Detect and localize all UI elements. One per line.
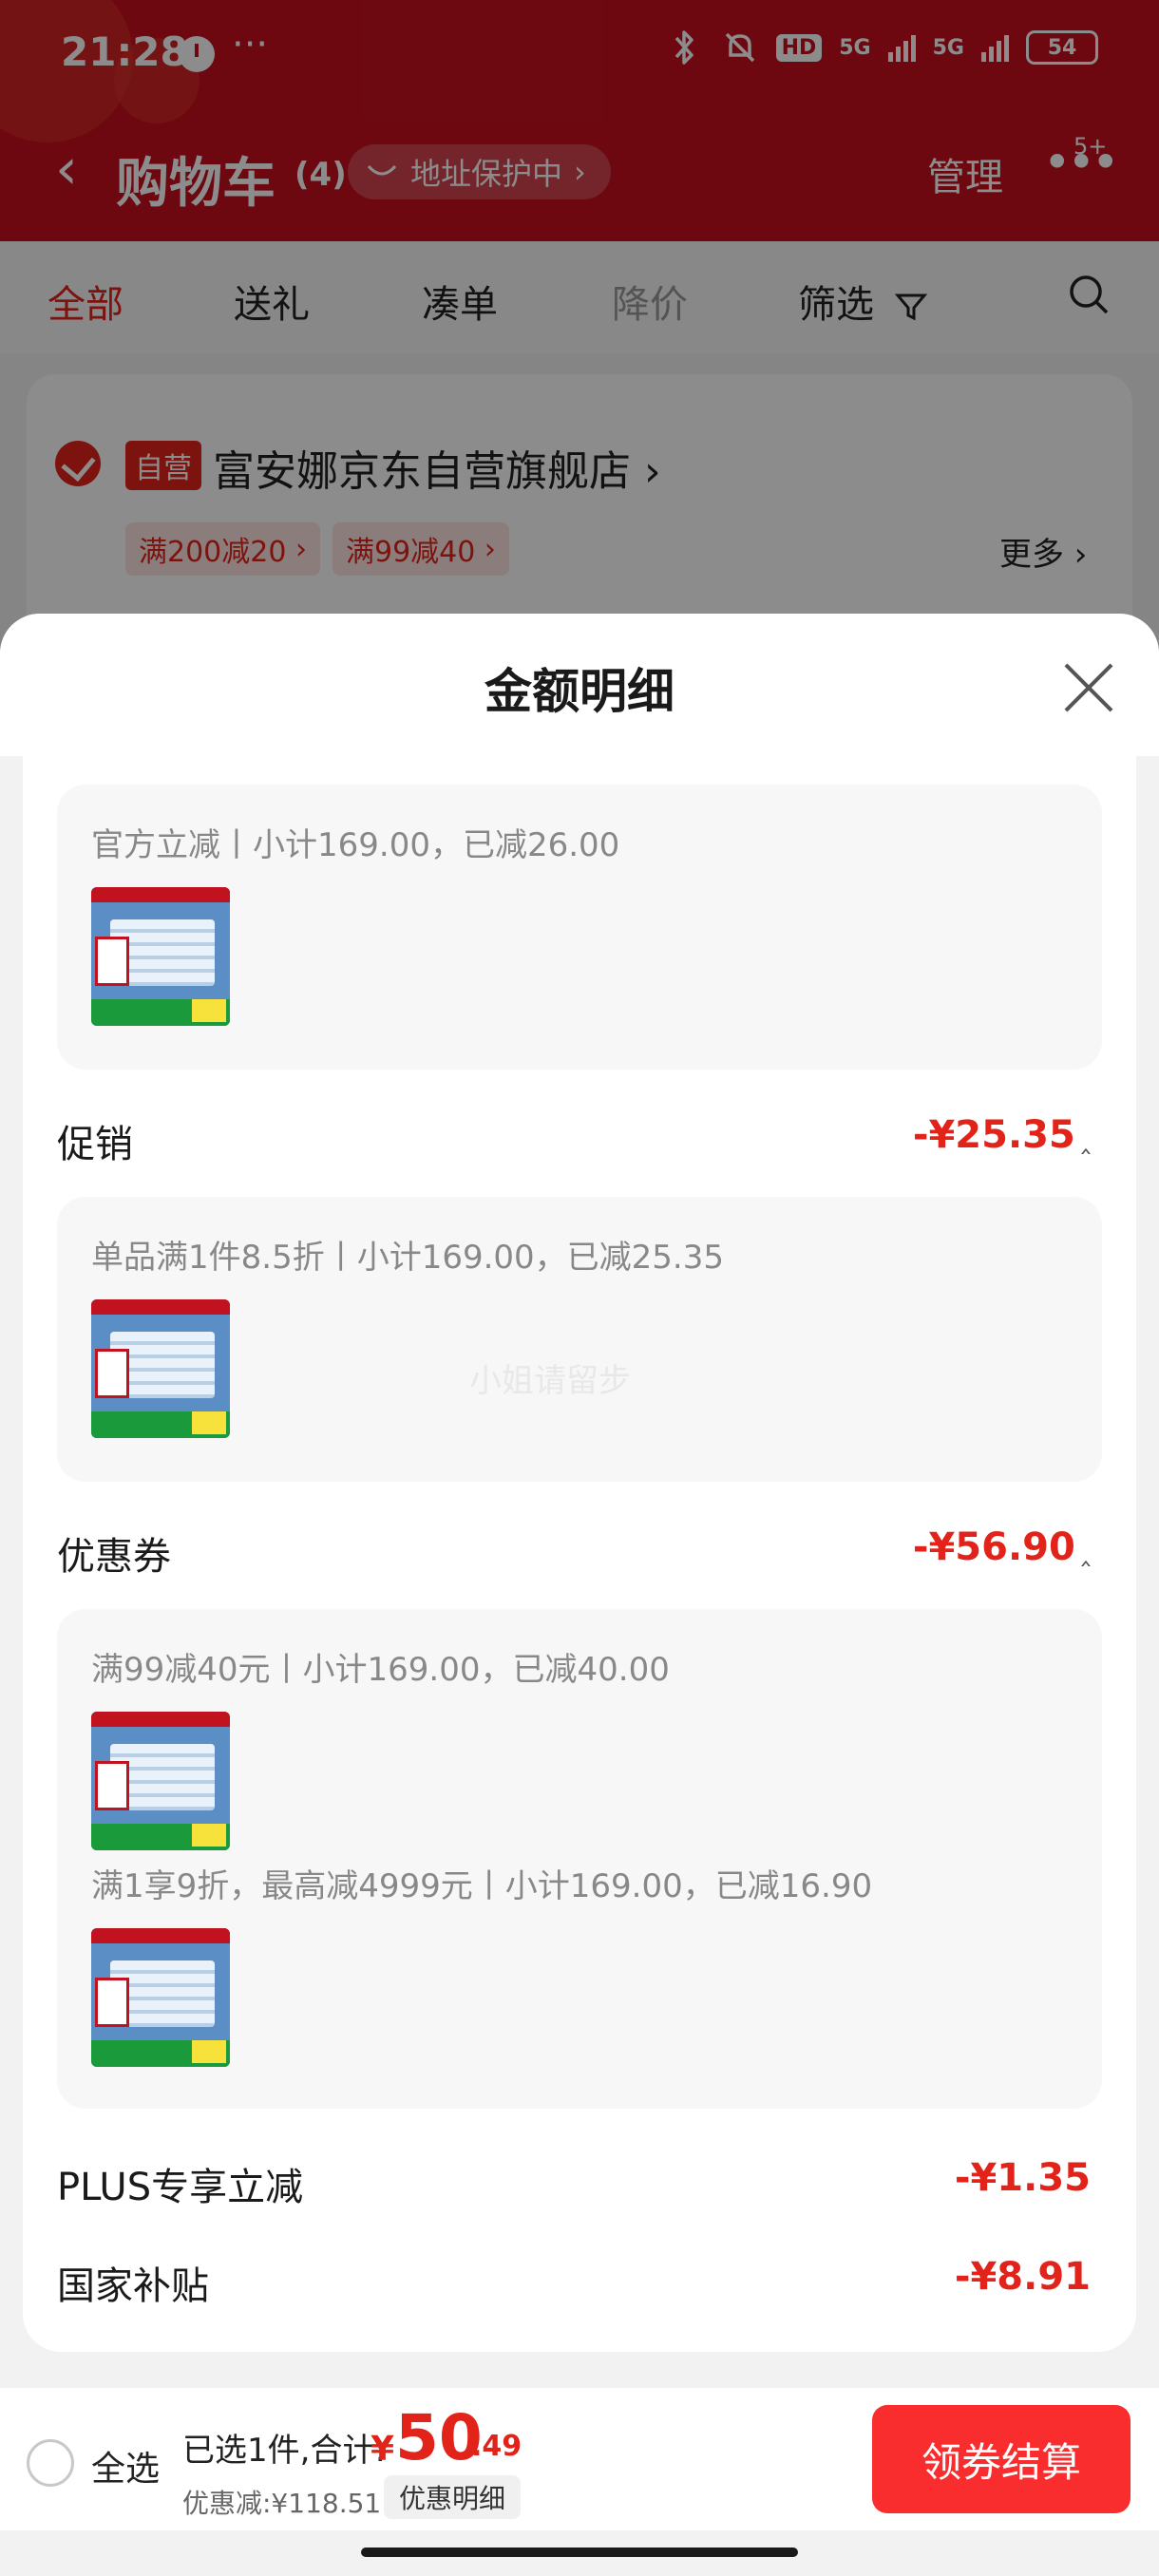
sheet-header: 金额明细	[0, 614, 1159, 756]
promotion-box: 单品满1件8.5折丨小计169.00，已减25.35	[57, 1197, 1102, 1482]
select-all-label[interactable]: 全选	[91, 2441, 160, 2491]
total-currency: ¥	[370, 2430, 395, 2469]
product-thumbnail	[91, 1299, 230, 1438]
watermark: 小姐请留步	[469, 1362, 631, 1400]
promotion-label: 促销	[57, 1123, 133, 1166]
total-discount: 优惠减:¥118.51	[182, 2488, 382, 2519]
discount-detail-button[interactable]: 优惠明细	[384, 2475, 522, 2519]
detail-panel: 官方立减丨小计169.00，已减26.00 促销 -¥25.35 ‸ 单品满1件8…	[23, 756, 1136, 2352]
official-discount-box: 官方立减丨小计169.00，已减26.00	[57, 785, 1102, 1070]
coupon-amount-value: -¥56.90	[912, 1525, 1075, 1569]
chevron-up-icon: ‸	[1080, 1534, 1091, 1567]
subsidy-label: 国家补贴	[57, 2264, 209, 2308]
coupon-label: 优惠券	[57, 1535, 171, 1579]
coupon-line-1: 满99减40元丨小计169.00，已减40.00	[91, 1651, 670, 1689]
product-thumbnail	[91, 887, 230, 1026]
close-icon[interactable]	[1062, 661, 1115, 714]
coupon-line-2: 满1享9折，最高减4999元丨小计169.00，已减16.90	[91, 1867, 873, 1905]
promotion-line: 单品满1件8.5折丨小计169.00，已减25.35	[91, 1239, 725, 1277]
chevron-up-icon: ‸	[1080, 1122, 1091, 1155]
checkout-bar: 全选 已选1件,合计: ¥ 50 .49 优惠减:¥118.51 优惠明细 领券…	[0, 2388, 1159, 2530]
promotion-amount-value: -¥25.35	[912, 1113, 1075, 1157]
total-decimal: .49	[471, 2430, 522, 2463]
plus-discount-amount: -¥1.35	[954, 2156, 1091, 2200]
promotion-amount[interactable]: -¥25.35 ‸	[913, 1113, 1091, 1157]
subsidy-amount: -¥8.91	[954, 2255, 1091, 2299]
coupon-amount[interactable]: -¥56.90 ‸	[913, 1525, 1091, 1569]
official-discount-line: 官方立减丨小计169.00，已减26.00	[91, 826, 620, 864]
product-thumbnail	[91, 1712, 230, 1850]
coupon-box: 满99减40元丨小计169.00，已减40.00 满1享9折，最高减4999元丨…	[57, 1609, 1102, 2109]
plus-discount-label: PLUS专享立减	[57, 2166, 304, 2209]
selected-summary: 已选1件,合计:	[182, 2432, 386, 2470]
product-thumbnail	[91, 1928, 230, 2067]
checkout-button[interactable]: 领券结算	[872, 2405, 1130, 2513]
amount-detail-sheet: 金额明细 官方立减丨小计169.00，已减26.00 促销 -¥25.35 ‸ 单…	[0, 614, 1159, 2576]
total-integer: 50	[395, 2401, 483, 2474]
sheet-title: 金额明细	[484, 664, 674, 719]
select-all-radio[interactable]	[27, 2439, 74, 2487]
home-indicator[interactable]	[361, 2548, 798, 2557]
